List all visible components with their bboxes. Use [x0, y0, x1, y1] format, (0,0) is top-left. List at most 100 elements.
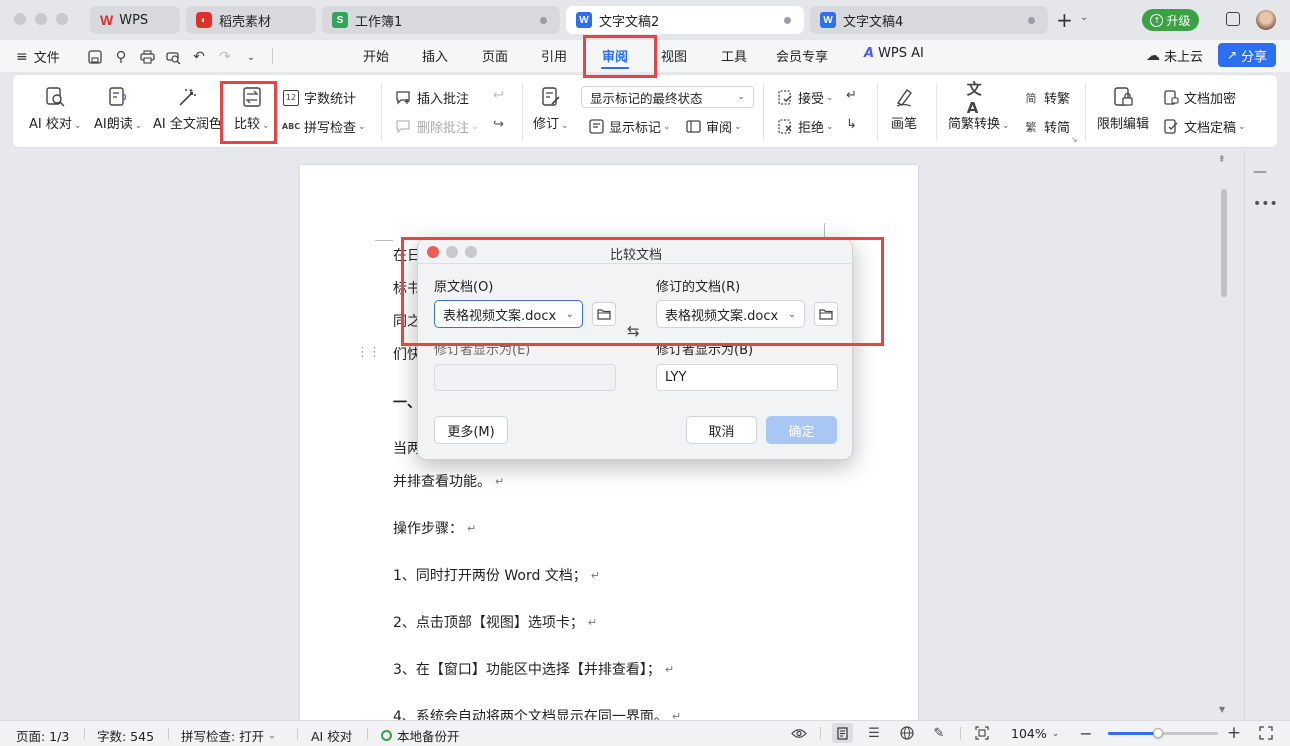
scroll-down-icon[interactable]: ▼ [1219, 705, 1225, 714]
doc-finalize-button[interactable]: 文档定稿 ⌄ [1163, 117, 1246, 136]
drag-handle-icon[interactable]: ⋮⋮ [356, 345, 381, 360]
tab-review[interactable]: 审阅 [602, 46, 628, 65]
cloud-status[interactable]: ☁ 未上云 [1146, 46, 1203, 66]
previous-comment-icon[interactable]: ↩ [493, 88, 504, 103]
format-painter-icon[interactable] [112, 48, 130, 66]
paragraph-mark-icon: ↵ [664, 662, 675, 676]
next-change-icon[interactable]: ↳ [846, 117, 857, 132]
outline-view-icon[interactable]: ☰ [866, 725, 882, 741]
file-menu[interactable]: ≡ 文件 [16, 47, 60, 67]
doc-encrypt-button[interactable]: 文档加密 [1163, 88, 1236, 107]
zoom-window-button[interactable] [56, 13, 68, 25]
print-preview-icon[interactable] [164, 48, 182, 66]
chevron-down-icon[interactable]: ⌄ [242, 48, 260, 66]
vertical-scrollbar[interactable]: ⇞ ▼ [1216, 155, 1230, 720]
web-view-icon[interactable] [899, 725, 915, 741]
original-reviewer-field[interactable] [434, 364, 616, 391]
browse-revised-button[interactable] [814, 302, 838, 326]
tab-insert[interactable]: 插入 [422, 46, 448, 65]
scrollbar-thumb[interactable] [1221, 189, 1227, 297]
share-button[interactable]: ↗ 分享 [1218, 43, 1276, 67]
tab-member[interactable]: 会员专享 [776, 46, 828, 65]
local-backup-indicator[interactable]: 本地备份开 [381, 726, 460, 745]
tab-page[interactable]: 页面 [482, 46, 508, 65]
unsaved-dot-icon [540, 17, 547, 24]
ai-proofread-button[interactable]: AI 校对 ⌄ [29, 85, 81, 132]
swap-documents-icon[interactable]: ⇆ [627, 322, 640, 340]
spell-check-indicator[interactable]: 拼写检查: 打开 ⌄ [181, 726, 276, 745]
chevron-down-icon: ⌄ [663, 121, 671, 132]
revised-reviewer-field[interactable]: LYY [656, 364, 838, 391]
word-count-indicator[interactable]: 字数: 545 [97, 726, 154, 745]
eye-icon[interactable] [791, 725, 807, 741]
ai-read-button[interactable]: AI朗读 ⌄ [94, 85, 142, 132]
reject-button[interactable]: 拒绝 ⌄ [777, 117, 834, 136]
more-options-icon[interactable]: ••• [1253, 196, 1278, 212]
undo-icon[interactable]: ↶ [190, 48, 208, 66]
zoom-in-icon[interactable]: + [1226, 723, 1242, 743]
divider [367, 728, 368, 740]
tab-reference[interactable]: 引用 [541, 46, 567, 65]
insert-comment-button[interactable]: 插入批注 [396, 88, 469, 107]
revised-doc-select[interactable]: 表格视频文案.docx ⌄ [656, 300, 805, 328]
trad-simp-convert-button[interactable]: 文A 简繁转换 ⌄ [948, 80, 1010, 133]
to-traditional-button[interactable]: 简 转繁 [1023, 88, 1071, 108]
scroll-up-icon[interactable]: ⇞ [1218, 155, 1226, 165]
save-icon[interactable] [86, 48, 104, 66]
ok-button[interactable]: 确定 [766, 416, 837, 444]
tab-docer[interactable]: ◐ 稻壳素材 [186, 6, 316, 34]
redo-icon[interactable]: ↷ [216, 48, 234, 66]
to-simplified-button[interactable]: 繁 转简 [1023, 117, 1071, 137]
minimize-window-button[interactable] [35, 13, 47, 25]
collapse-panel-icon[interactable]: — [1253, 164, 1267, 180]
next-comment-icon[interactable]: ↪ [493, 117, 504, 132]
previous-change-icon[interactable]: ↵ [846, 88, 857, 103]
tab-start[interactable]: 开始 [363, 46, 389, 65]
accept-button[interactable]: 接受 ⌄ [777, 88, 834, 107]
ai-polish-button[interactable]: AI 全文润色 [153, 85, 222, 132]
close-window-button[interactable] [14, 13, 26, 25]
review-pane-button[interactable]: 审阅 ⌄ [685, 117, 742, 136]
new-tab-plus-icon[interactable]: + [1056, 8, 1073, 32]
tab-wps[interactable]: W WPS [90, 6, 180, 34]
spell-check-button[interactable]: ABC 拼写检查 ⌄ [282, 117, 366, 136]
original-doc-select[interactable]: 表格视频文案.docx ⌄ [434, 300, 583, 328]
print-icon[interactable] [138, 48, 156, 66]
spell-check-label: 拼写检查 [304, 121, 357, 136]
fit-page-icon[interactable] [974, 725, 990, 741]
avatar[interactable] [1256, 10, 1276, 30]
track-changes-label: 修订 [533, 117, 560, 132]
tab-writer4[interactable]: W 文字文稿4 [810, 6, 1048, 34]
expand-corner-icon[interactable]: ↘ [1071, 135, 1078, 144]
chevron-down-icon[interactable]: ⌄ [1080, 12, 1088, 23]
tab-tools[interactable]: 工具 [721, 46, 747, 65]
tab-view[interactable]: 视图 [661, 46, 687, 65]
more-button[interactable]: 更多(M) [434, 416, 508, 444]
zoom-out-icon[interactable]: − [1078, 724, 1094, 743]
finalize-doc-icon [1163, 119, 1179, 135]
tab-workbook1[interactable]: S 工作簿1 [322, 6, 560, 34]
show-markup-button[interactable]: 显示标记 ⌄ [588, 117, 671, 136]
traditional-char-icon: 简 [1025, 91, 1037, 105]
restrict-edit-button[interactable]: 限制编辑 [1097, 85, 1149, 132]
ai-proofread-indicator[interactable]: AI 校对 [311, 726, 352, 745]
page-view-icon[interactable] [832, 723, 853, 743]
upgrade-button[interactable]: ↑ 升级 [1142, 9, 1199, 31]
word-count-button[interactable]: 12 字数统计 [283, 88, 356, 107]
delete-comment-button[interactable]: 删除批注 ⌄ [396, 117, 479, 136]
zoom-select[interactable]: 104% ⌄ [1011, 726, 1059, 741]
markup-state-select[interactable]: 显示标记的最终状态 ⌄ [581, 86, 754, 108]
pen-button[interactable]: 画笔 [891, 85, 917, 132]
write-mode-icon[interactable]: ✎ [931, 725, 947, 741]
page-indicator[interactable]: 页面: 1/3 [16, 726, 69, 745]
fullscreen-icon[interactable] [1258, 725, 1274, 741]
zoom-slider[interactable] [1108, 728, 1218, 738]
zoom-slider-knob[interactable] [1152, 728, 1163, 738]
cancel-button[interactable]: 取消 [686, 416, 757, 444]
browse-original-button[interactable] [592, 302, 616, 326]
tab-writer2[interactable]: W 文字文稿2 [566, 6, 804, 34]
tab-wps-ai[interactable]: A WPS AI [864, 46, 924, 61]
compare-button[interactable]: 比较 ⌄ [234, 85, 270, 132]
track-changes-button[interactable]: 修订 ⌄ [533, 85, 569, 132]
window-layout-icon[interactable] [1226, 12, 1240, 26]
